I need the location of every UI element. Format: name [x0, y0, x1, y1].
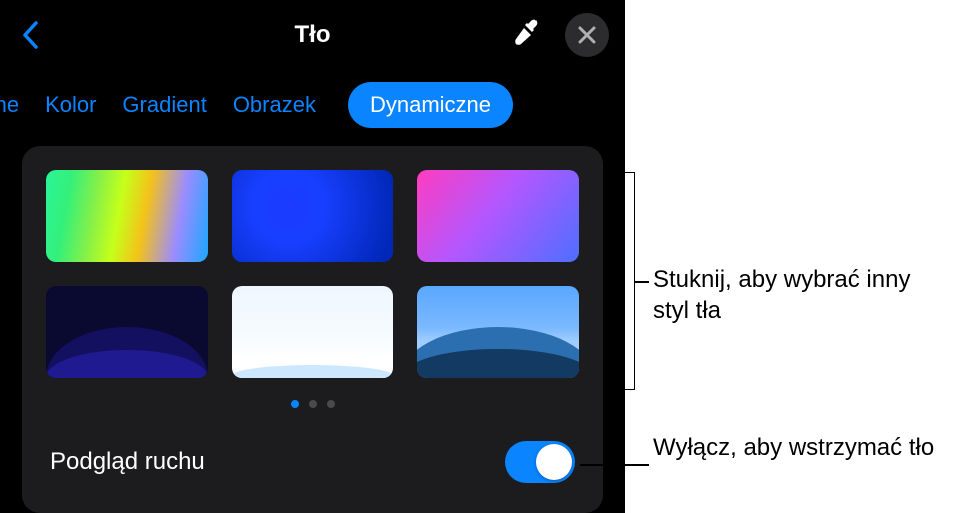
close-button[interactable]: [565, 13, 609, 57]
back-button[interactable]: [16, 21, 44, 49]
motion-label: Podgląd ruchu: [50, 448, 205, 476]
header-actions: [513, 13, 609, 57]
tab-dynamic[interactable]: Dynamiczne: [348, 82, 513, 128]
eyedropper-button[interactable]: [513, 18, 541, 53]
background-panel: Tło tępne Kolor Gradient Obrazek Dynamic…: [0, 0, 625, 513]
tab-presets[interactable]: tępne: [0, 92, 19, 118]
motion-row: Podgląd ruchu: [46, 431, 579, 489]
panel-header: Tło: [0, 0, 625, 70]
tab-color[interactable]: Kolor: [45, 92, 96, 118]
close-icon: [578, 26, 596, 44]
page-dot: [309, 400, 317, 408]
styles-card: Podgląd ruchu: [22, 146, 603, 513]
leader-line: [635, 281, 649, 283]
callouts: Stuknij, aby wybrać inny styl tła Wyłącz…: [625, 0, 968, 513]
category-tabs: tępne Kolor Gradient Obrazek Dynamiczne: [0, 70, 625, 146]
switch-knob: [536, 444, 572, 480]
bracket-icon: [625, 172, 635, 390]
tab-image[interactable]: Obrazek: [233, 92, 316, 118]
callout-grid: Stuknij, aby wybrać inny styl tła: [653, 264, 953, 326]
style-thumb[interactable]: [46, 286, 208, 378]
page-dot: [327, 400, 335, 408]
motion-switch[interactable]: [505, 441, 575, 483]
style-thumb[interactable]: [417, 286, 579, 378]
chevron-left-icon: [21, 21, 39, 49]
style-thumb[interactable]: [417, 170, 579, 262]
callout-toggle: Wyłącz, aby wstrzymać tło: [653, 432, 953, 463]
style-thumb[interactable]: [46, 170, 208, 262]
style-thumb[interactable]: [232, 170, 394, 262]
eyedropper-icon: [513, 18, 541, 46]
page-dot: [291, 400, 299, 408]
leader-line: [580, 464, 649, 466]
style-thumb[interactable]: [232, 286, 394, 378]
style-grid: [46, 170, 579, 378]
page-dots[interactable]: [46, 378, 579, 420]
tab-gradient[interactable]: Gradient: [122, 92, 206, 118]
